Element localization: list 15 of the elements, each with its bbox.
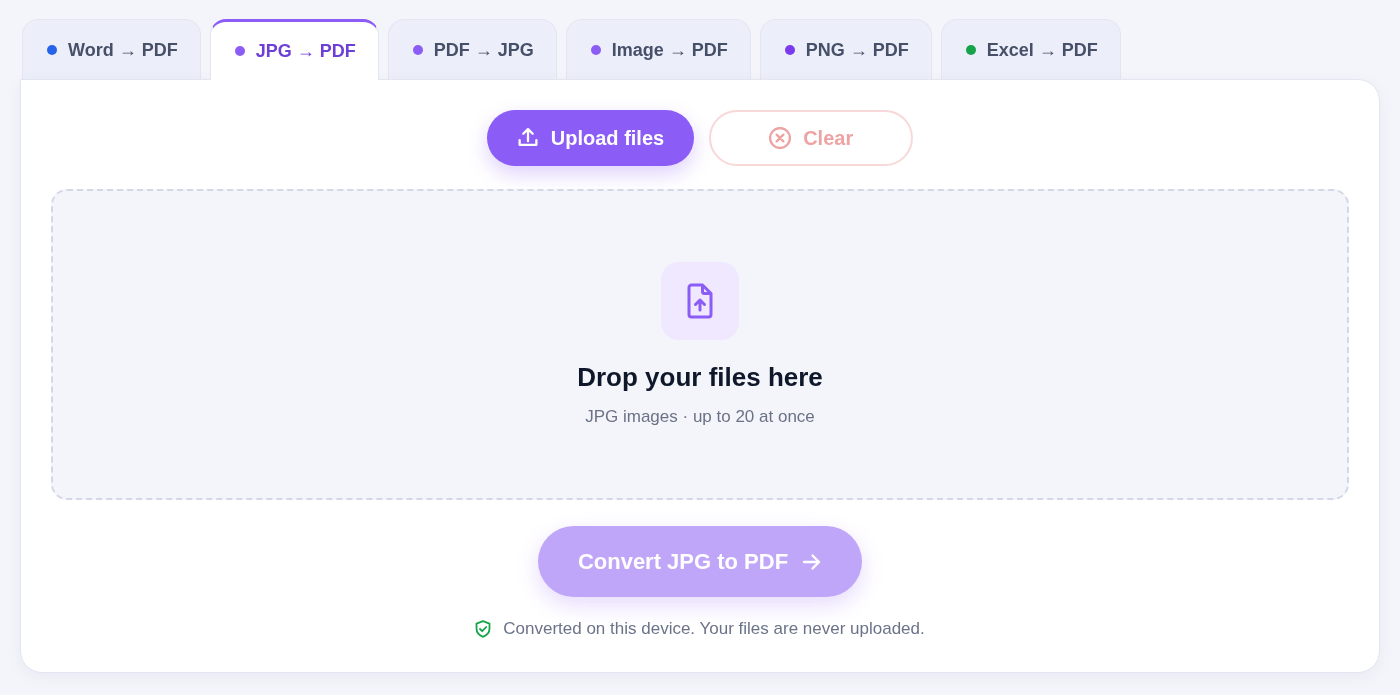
tab[interactable]: Image → PDF xyxy=(565,19,751,80)
upload-icon xyxy=(516,127,539,149)
arrow-right-icon xyxy=(802,552,823,571)
shield-check-icon xyxy=(475,620,492,638)
tab[interactable]: Excel → PDF xyxy=(940,19,1121,80)
privacy-note: Converted on this device. Your files are never uploaded. xyxy=(503,619,925,639)
drop-zone[interactable]: Drop your files here JPG images · up to 20 at once xyxy=(51,189,1349,500)
tab[interactable]: Word → PDF xyxy=(22,19,201,80)
drop-title: Drop your files here xyxy=(577,362,823,393)
tab[interactable]: JPG → PDF xyxy=(209,19,379,80)
upload-button[interactable]: Upload files xyxy=(486,110,695,166)
tab[interactable]: PNG → PDF xyxy=(759,19,932,80)
drop-hint: JPG images · up to 20 at once xyxy=(585,407,815,427)
file-upload-icon xyxy=(661,262,739,340)
tab[interactable]: PDF → JPG xyxy=(387,19,557,80)
